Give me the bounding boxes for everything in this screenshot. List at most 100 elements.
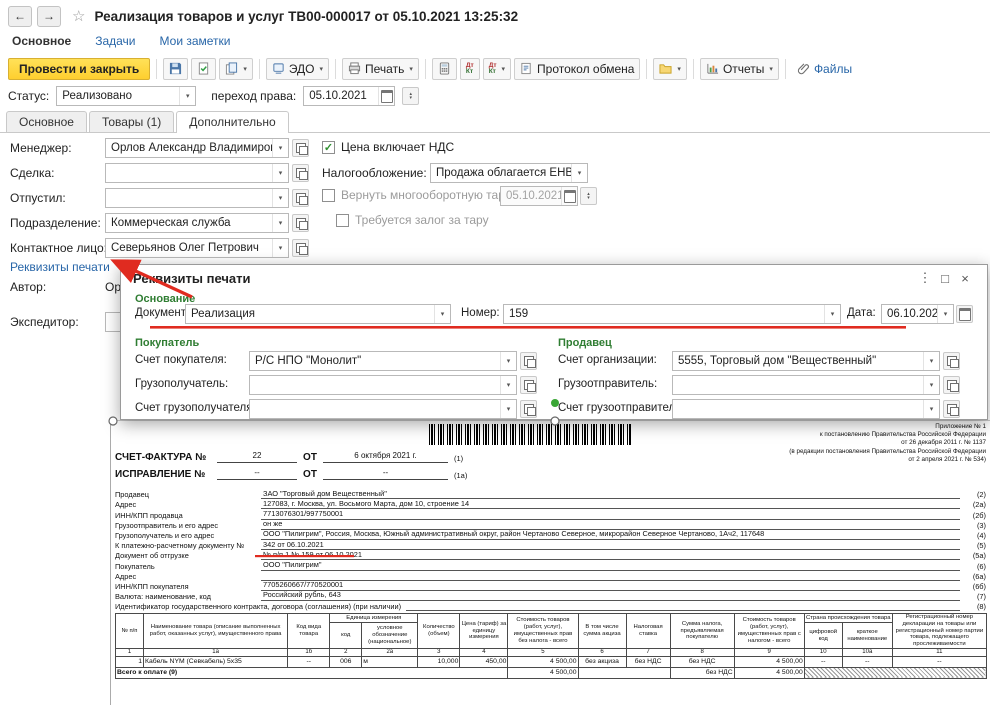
chevron-down-icon[interactable]: ▾ (923, 400, 939, 418)
department-field[interactable]: Коммерческая служба ▾ (105, 213, 289, 233)
status-select[interactable]: Реализовано ▾ (56, 86, 196, 106)
separator (156, 59, 157, 79)
taxation-value: Продажа облагается ЕНВД (431, 167, 571, 179)
shipper-open-button[interactable] (943, 376, 960, 394)
chevron-down-icon[interactable]: ▾ (272, 139, 288, 157)
exchange-protocol-label: Протокол обмена (537, 62, 634, 76)
col-header: Наименование товара (описание выполненны… (144, 614, 288, 649)
shipper-field[interactable]: ▾ (672, 375, 940, 395)
consignee-open-button[interactable] (520, 376, 537, 394)
invoice-print-form: Приложение № 1 к постановлению Правитель… (110, 420, 990, 705)
chevron-down-icon[interactable]: ▾ (923, 352, 939, 370)
tare-date-field[interactable]: 05.10.2021 (500, 186, 578, 206)
edo-button[interactable]: ЭДО▾ (266, 58, 329, 80)
print-button[interactable]: Печать▾ (342, 58, 419, 80)
chevron-down-icon[interactable]: ▾ (434, 305, 450, 323)
manager-field[interactable]: Орлов Александр Владимирович ▾ (105, 138, 289, 158)
nav-tab-main[interactable]: Основное (12, 34, 71, 48)
return-tare-checkbox[interactable] (322, 189, 335, 202)
files-button[interactable]: Файлы (792, 58, 857, 80)
row-label: ИНН/КПП покупателя (115, 582, 261, 591)
org-account-field[interactable]: 5555, Торговый дом "Вещественный" ▾ (672, 351, 940, 371)
tare-deposit-checkbox[interactable] (336, 214, 349, 227)
tab-main[interactable]: Основное (6, 111, 87, 132)
dtkt-button[interactable]: ДтКт (460, 58, 480, 80)
tab-goods[interactable]: Товары (1) (89, 111, 174, 132)
row-label: К платежно-расчетному документу № (115, 541, 261, 550)
maximize-icon[interactable]: □ (935, 271, 955, 286)
print-details-link[interactable]: Реквизиты печати (10, 260, 110, 274)
transfer-rights-label: переход права: (211, 89, 296, 103)
department-open-button[interactable] (292, 214, 309, 232)
buyer-section-title: Покупатель (135, 337, 199, 349)
chevron-down-icon[interactable]: ▾ (923, 376, 939, 394)
consignee-field[interactable]: ▾ (249, 375, 517, 395)
row-value: ЗАО "Торговый дом Вещественный" (261, 489, 960, 500)
row-value: 7705260667/770520001 (261, 580, 960, 591)
more-menu-icon[interactable]: ⋮ (915, 270, 935, 286)
contact-field[interactable]: Северьянов Олег Петрович ▾ (105, 238, 289, 258)
create-based-on-button[interactable]: ▾ (219, 58, 253, 80)
chevron-down-icon[interactable]: ▾ (500, 352, 516, 370)
deal-field[interactable]: ▾ (105, 163, 289, 183)
exchange-folder-button[interactable]: ▾ (653, 58, 687, 80)
document-field[interactable]: Реализация ▾ (185, 304, 451, 324)
exchange-protocol-button[interactable]: Протокол обмена (514, 58, 640, 80)
post-and-close-button[interactable]: Провести и закрыть (8, 58, 150, 80)
forward-button[interactable]: → (37, 6, 61, 27)
calendar-button[interactable] (561, 187, 577, 205)
chevron-down-icon[interactable]: ▾ (500, 400, 516, 418)
deal-open-button[interactable] (292, 164, 309, 182)
chevron-down-icon[interactable]: ▾ (937, 305, 953, 323)
consignee-account-field[interactable]: ▾ (249, 399, 517, 419)
dialog-header[interactable]: Реквизиты печати ⋮ □ × (121, 265, 987, 291)
invoice-row: Грузоотправитель и его адресон же(3) (115, 520, 986, 530)
shipper-account-field[interactable]: ▾ (672, 399, 940, 419)
favorite-star-icon[interactable]: ☆ (72, 7, 85, 25)
chevron-down-icon[interactable]: ▾ (272, 164, 288, 182)
chevron-down-icon[interactable]: ▾ (272, 239, 288, 257)
contact-open-button[interactable] (292, 239, 309, 257)
calculator-button[interactable] (432, 58, 457, 80)
close-icon[interactable]: × (955, 271, 975, 286)
calendar-button[interactable] (378, 87, 394, 105)
org-account-open-button[interactable] (943, 352, 960, 370)
dtkt-reports-button[interactable]: ДтКт▾ (483, 58, 511, 80)
invoice-row: ИНН/КПП покупателя7705260667/770520001(6… (115, 581, 986, 591)
consignee-account-open-button[interactable] (520, 400, 537, 418)
chevron-down-icon[interactable]: ▾ (179, 87, 195, 105)
chevron-down-icon[interactable]: ▾ (272, 189, 288, 207)
released-by-field[interactable]: ▾ (105, 188, 289, 208)
nav-tab-tasks[interactable]: Задачи (95, 34, 135, 48)
chevron-down-icon[interactable]: ▾ (500, 376, 516, 394)
total-tax: без НДС (670, 667, 734, 678)
print-label: Печать (365, 62, 404, 76)
row-value: 342 от 06.10.2021 (261, 540, 960, 551)
dtkt-icon: ДтКт (466, 63, 474, 75)
tare-date-spinner[interactable]: ▴▾ (580, 187, 597, 205)
col-header: краткое наименование (842, 623, 892, 649)
nav-tab-notes[interactable]: Мои заметки (160, 34, 231, 48)
buyer-account-field[interactable]: Р/С НПО "Монолит" ▾ (249, 351, 517, 371)
shipper-account-open-button[interactable] (943, 400, 960, 418)
reports-button[interactable]: Отчеты▾ (700, 58, 779, 80)
tab-additional[interactable]: Дополнительно (176, 111, 288, 133)
date-field[interactable]: 06.10.2021 ▾ (881, 304, 954, 324)
vat-included-label: Цена включает НДС (341, 140, 454, 154)
save-button[interactable] (163, 58, 188, 80)
released-by-open-button[interactable] (292, 189, 309, 207)
chevron-down-icon[interactable]: ▾ (571, 164, 587, 182)
number-field[interactable]: 159 ▾ (503, 304, 841, 324)
transfer-date-field[interactable]: 05.10.2021 (303, 86, 395, 106)
taxation-field[interactable]: Продажа облагается ЕНВД ▾ (430, 163, 588, 183)
date-calendar-button[interactable] (956, 305, 973, 323)
back-button[interactable]: ← (8, 6, 32, 27)
date-spinner[interactable]: ▴▾ (402, 87, 419, 105)
vat-included-checkbox[interactable]: ✓ (322, 141, 335, 154)
manager-open-button[interactable] (292, 139, 309, 157)
buyer-account-open-button[interactable] (520, 352, 537, 370)
app-window: ← → ☆ Реализация товаров и услуг ТВ00-00… (0, 0, 990, 705)
post-button[interactable] (191, 58, 216, 80)
chevron-down-icon[interactable]: ▾ (824, 305, 840, 323)
chevron-down-icon[interactable]: ▾ (272, 214, 288, 232)
